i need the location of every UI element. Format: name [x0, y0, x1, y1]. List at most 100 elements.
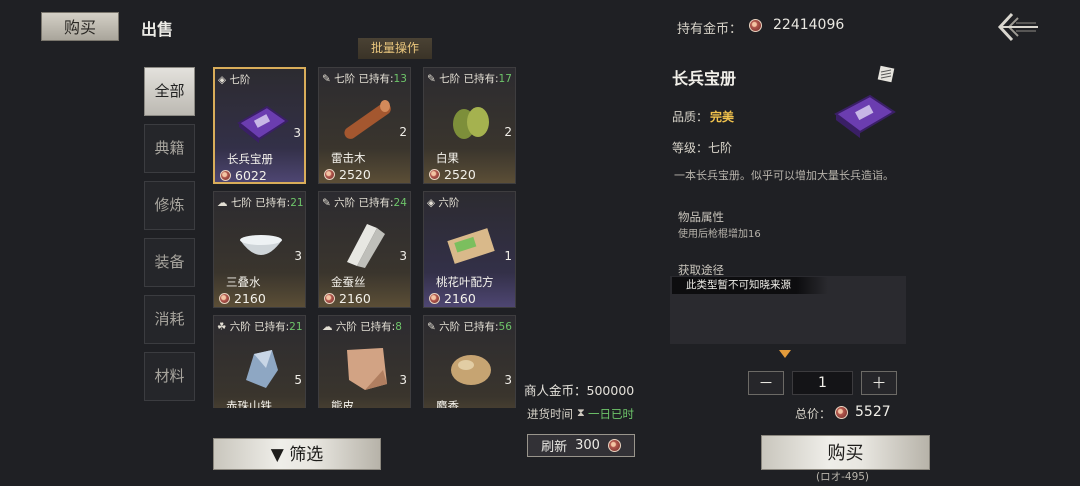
total-value: 5527 [855, 404, 891, 420]
owned-label: 已持有: [255, 197, 291, 209]
item-name: 三叠水 [226, 275, 261, 289]
tab-sell[interactable]: 出售 [141, 16, 173, 40]
coin-icon [429, 293, 440, 304]
category-books[interactable]: 典籍 [144, 124, 195, 173]
owned-count: 21 [289, 321, 303, 333]
item-description: 一本长兵宝册。似乎可以增加大量长兵造诣。 [674, 169, 894, 182]
item-quantity: 3 [399, 373, 407, 387]
item-quantity: 3 [399, 249, 407, 263]
grade-icon: ✎ [427, 73, 436, 85]
item-quantity: 3 [504, 373, 512, 387]
item-card[interactable]: ◈ 六阶 1 桃花叶配方 2160 [423, 191, 516, 308]
item-quantity: 5 [294, 373, 302, 387]
quantity-input[interactable]: 1 [792, 371, 853, 395]
owned-label: 已持有: [463, 321, 499, 333]
book-icon [237, 105, 289, 143]
scroll-icon [447, 228, 495, 264]
grade-icon: ◈ [218, 74, 227, 86]
item-card[interactable]: ✎ 七阶 已持有:13 2 雷击木 2520 [318, 67, 411, 184]
back-button[interactable] [996, 10, 1042, 44]
category-training[interactable]: 修炼 [144, 181, 195, 230]
category-equipment[interactable]: 装备 [144, 238, 195, 287]
gold-label: 持有金币： [677, 22, 743, 37]
owned-count: 8 [395, 321, 402, 333]
grade-icon: ☁ [322, 321, 333, 333]
batch-operation-button[interactable]: 批量操作 [358, 38, 432, 59]
refresh-label: 刷新 [541, 440, 568, 455]
quantity-decrease-button[interactable]: － [748, 371, 784, 395]
category-materials[interactable]: 材料 [144, 352, 195, 401]
owned-label: 已持有: [463, 73, 499, 85]
merchant-gold: 商人金币：500000 [524, 380, 634, 399]
item-name: 金蚕丝 [331, 275, 366, 289]
grade-icon: ◈ [427, 197, 436, 209]
item-name: 赤珠山铁 [226, 399, 272, 408]
item-grade: 六阶 [438, 197, 460, 209]
coin-icon [749, 19, 762, 32]
owned-label: 已持有: [358, 73, 394, 85]
coin-icon [324, 293, 335, 304]
category-all[interactable]: 全部 [144, 67, 195, 116]
filter-icon: ▼ [270, 445, 284, 465]
item-grade: 七阶 [334, 73, 356, 85]
category-consumables[interactable]: 消耗 [144, 295, 195, 344]
owned-count: 21 [290, 197, 304, 209]
item-quantity: 2 [504, 125, 512, 139]
item-name: 白果 [436, 151, 459, 165]
owned-count: 56 [498, 321, 512, 333]
ore-icon [246, 350, 278, 388]
item-card[interactable]: ☘ 六阶 已持有:21 5 赤珠山铁 [213, 315, 306, 408]
refresh-cost: 300 [575, 438, 600, 453]
item-grade: 六阶 [439, 321, 461, 333]
source-value: 此类型暂不可知晓来源 [672, 277, 828, 294]
item-name: 长兵宝册 [227, 152, 273, 166]
item-price: 2520 [444, 167, 476, 182]
owned-label: 已持有: [358, 197, 394, 209]
musk-icon [451, 355, 491, 385]
item-card[interactable]: ◈ 七阶 3 长兵宝册 6022 [213, 67, 306, 184]
item-price: 2160 [444, 291, 476, 306]
grade-icon: ☁ [217, 197, 228, 209]
chevron-down-icon[interactable] [779, 350, 791, 358]
share-icon[interactable] [876, 64, 896, 84]
hide-icon [347, 348, 387, 390]
owned-label: 已持有: [360, 321, 396, 333]
quantity-increase-button[interactable]: ＋ [861, 371, 897, 395]
item-card[interactable]: ✎ 七阶 已持有:17 2 白果 2520 [423, 67, 516, 184]
grade-icon: ✎ [322, 197, 331, 209]
coin-icon [219, 293, 230, 304]
item-quantity: 3 [294, 249, 302, 263]
item-name: 熊皮 [331, 399, 354, 408]
quality-label: 品质： [672, 110, 709, 124]
item-card[interactable]: ☁ 六阶 已持有:8 3 熊皮 [318, 315, 411, 408]
item-grade: 六阶 [334, 197, 356, 209]
item-grade: 七阶 [229, 74, 251, 86]
item-card[interactable]: ✎ 六阶 已持有:56 3 麝香 [423, 315, 516, 408]
filter-button[interactable]: ▼ 筛选 [213, 438, 381, 470]
buy-button[interactable]: 购买 [761, 435, 930, 470]
refresh-button[interactable]: 刷新 300 [527, 434, 635, 457]
owned-label: 已持有: [254, 321, 290, 333]
grade-icon: ✎ [322, 73, 331, 85]
tab-buy[interactable]: 购买 [41, 12, 119, 41]
grade-icon: ✎ [427, 321, 436, 333]
owned-count: 24 [393, 197, 407, 209]
silk-icon [347, 224, 385, 268]
ginkgo-icon [453, 107, 489, 139]
item-name: 麝香 [436, 399, 459, 408]
coin-icon [429, 169, 440, 180]
filter-label: 筛选 [289, 445, 324, 465]
owned-count: 13 [393, 73, 407, 85]
item-grid: ◈ 七阶 3 长兵宝册 6022 ✎ 七阶 已持有:13 2 雷击木 2520 … [213, 67, 518, 408]
attribute-value: 使用后枪棍增加16 [678, 229, 761, 240]
item-price: 2160 [339, 291, 371, 306]
bowl-icon [240, 235, 282, 255]
merchant-gold-label: 商人金币： [524, 383, 587, 398]
item-card[interactable]: ☁ 七阶 已持有:21 3 三叠水 2160 [213, 191, 306, 308]
item-card[interactable]: ✎ 六阶 已持有:24 3 金蚕丝 2160 [318, 191, 411, 308]
coin-icon [607, 439, 621, 452]
back-arrow-icon [997, 12, 1038, 42]
item-grade: 七阶 [439, 73, 461, 85]
coin-icon [220, 170, 231, 181]
hourglass-icon: ⧗ [577, 406, 585, 419]
